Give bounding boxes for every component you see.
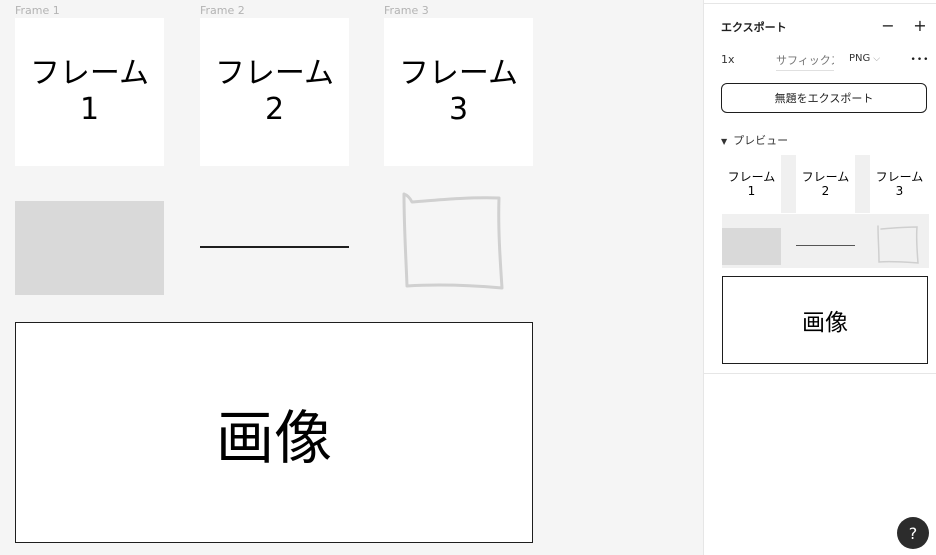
preview-thumb-2-line1: フレーム [801, 170, 850, 184]
preview-thumb-2-line2: 2 [821, 184, 830, 198]
preview-thumb-frame-1: フレーム 1 [722, 155, 781, 213]
export-button[interactable]: 無題をエクスポート [721, 83, 927, 113]
export-section-title: エクスポート [721, 21, 787, 34]
preview-thumb-1-line1: フレーム [727, 170, 776, 184]
help-button[interactable]: ? [897, 517, 929, 549]
frame-1-text-line2: 1 [79, 92, 100, 127]
preview-thumb-frame-3: フレーム 3 [870, 155, 929, 213]
suffix-input[interactable] [776, 50, 834, 71]
more-options-icon[interactable]: ••• [909, 52, 931, 68]
preview-image-text: 画像 [802, 310, 848, 336]
preview-gray-rectangle [722, 228, 781, 265]
triangle-down-icon: ▼ [721, 137, 728, 146]
preview-image-frame: 画像 [722, 276, 928, 364]
format-select[interactable]: PNG ⌵ [849, 53, 880, 64]
horizontal-line[interactable] [200, 246, 349, 248]
frame-1-label[interactable]: Frame 1 [15, 4, 60, 17]
frame-2-text-line1: フレーム [214, 56, 335, 91]
gray-rectangle[interactable] [15, 201, 164, 295]
preview-thumb-1-line2: 1 [747, 184, 756, 198]
frame-3-label[interactable]: Frame 3 [384, 4, 429, 17]
chevron-down-icon: ⌵ [873, 54, 881, 64]
plus-icon[interactable]: + [911, 18, 929, 34]
image-frame-text: 画像 [215, 403, 332, 472]
preview-thumb-3-line2: 3 [895, 184, 904, 198]
frame-1[interactable]: フレーム 1 [15, 18, 164, 166]
frame-3[interactable]: フレーム 3 [384, 18, 533, 166]
image-frame[interactable]: 画像 [15, 322, 533, 543]
frame-2[interactable]: フレーム 2 [200, 18, 349, 166]
frame-3-text-line1: フレーム [398, 56, 519, 91]
export-panel: エクスポート − + 1x PNG⌵ ••• 無題をエクスポート ▼プレビュー … [703, 0, 936, 555]
export-scale-select[interactable]: 1x [721, 53, 735, 66]
preview-thumb-3-line1: フレーム [875, 170, 924, 184]
hand-drawn-rectangle[interactable] [398, 188, 508, 294]
frame-1-text-line1: フレーム [29, 56, 150, 91]
preview-toggle[interactable]: ▼ プレビュー [721, 132, 788, 148]
panel-top-divider [704, 0, 936, 4]
frame-3-text-line2: 3 [448, 92, 469, 127]
question-mark-icon: ? [908, 523, 918, 543]
export-button-label: 無題をエクスポート [774, 92, 874, 105]
preview-line [796, 245, 855, 246]
frame-2-label[interactable]: Frame 2 [200, 4, 245, 17]
frame-2-text-line2: 2 [264, 92, 285, 127]
panel-section-divider [704, 373, 936, 374]
format-select-value: PNG [849, 53, 871, 64]
design-canvas[interactable]: Frame 1 Frame 2 Frame 3 フレーム 1 フレーム 2 フレーム… [0, 0, 703, 555]
preview-hand-drawn-rectangle [877, 225, 919, 264]
preview-thumb-frame-2: フレーム 2 [796, 155, 855, 213]
preview-label: プレビュー [733, 134, 789, 147]
minus-icon[interactable]: − [879, 18, 897, 34]
